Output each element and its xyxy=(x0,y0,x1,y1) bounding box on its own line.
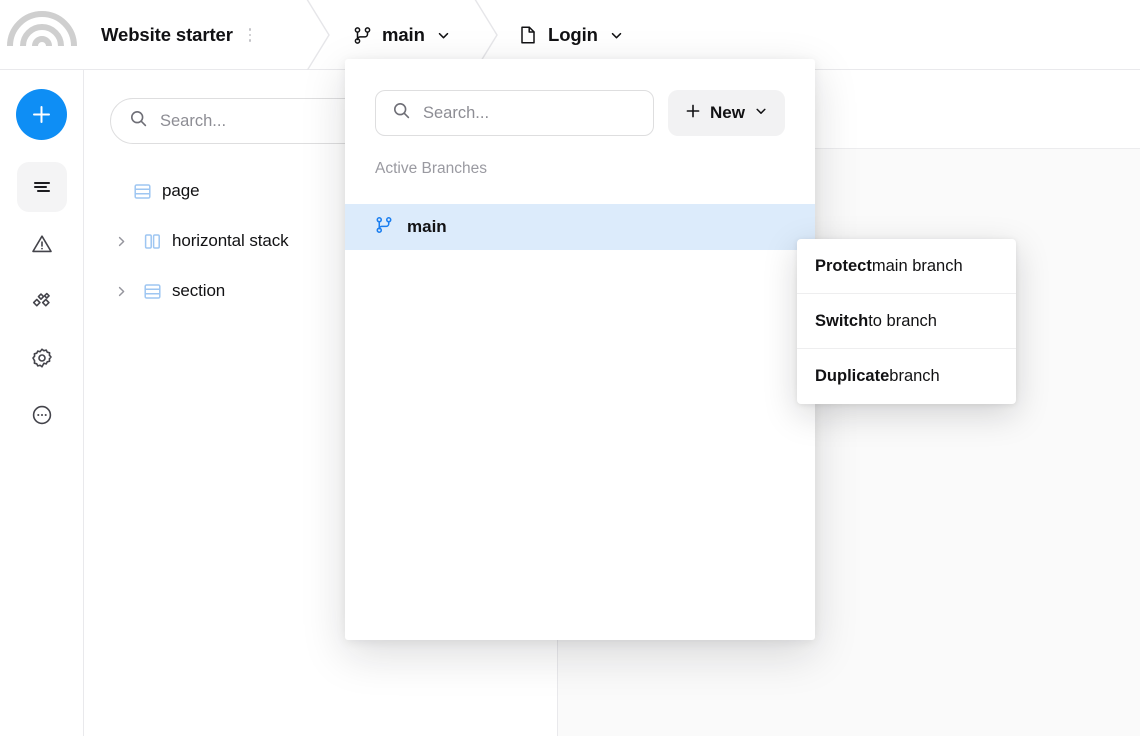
sidebar-item-settings[interactable] xyxy=(17,333,67,383)
context-menu-item-keyword: Duplicate xyxy=(815,367,890,385)
rainbow-arcs-logo[interactable] xyxy=(6,0,80,50)
chevron-right-icon[interactable] xyxy=(110,235,132,248)
git-branch-icon xyxy=(375,216,393,239)
page-file-icon xyxy=(518,25,538,45)
tree-item-label: section xyxy=(172,281,226,300)
chevron-down-icon[interactable] xyxy=(754,104,768,123)
page-title: Website starter xyxy=(101,24,233,45)
branch-list-item-main[interactable]: main xyxy=(345,204,815,250)
breadcrumb-branch-label: main xyxy=(382,24,425,45)
new-branch-label: New xyxy=(710,103,745,122)
context-menu-item-rest: main branch xyxy=(871,256,963,275)
sidebar-item-more[interactable] xyxy=(17,390,67,440)
tree-item-label: horizontal stack xyxy=(172,231,289,250)
context-menu-item-keyword: Switch xyxy=(815,311,869,330)
search-icon xyxy=(392,101,411,125)
left-icon-rail xyxy=(0,70,84,736)
breadcrumb-separator-1 xyxy=(295,0,341,70)
plus-icon xyxy=(685,103,701,124)
sidebar-item-issues[interactable] xyxy=(17,219,67,269)
branch-panel-header: Search... New xyxy=(345,59,815,136)
add-button[interactable] xyxy=(16,89,67,140)
context-menu-item-switch[interactable]: Switch to branch xyxy=(797,294,1016,349)
chevron-right-icon[interactable] xyxy=(110,285,132,298)
context-menu-item-keyword: Protect xyxy=(815,256,872,275)
branch-search-input[interactable]: Search... xyxy=(375,90,655,136)
branch-name-label: main xyxy=(407,217,447,236)
sidebar-item-components[interactable] xyxy=(17,276,67,326)
columns-layout-icon xyxy=(142,232,162,251)
branch-search-placeholder: Search... xyxy=(423,103,490,122)
active-branches-label: Active Branches xyxy=(375,160,487,177)
context-menu-item-duplicate[interactable]: Duplicate branch xyxy=(797,349,1016,404)
tree-item-label: page xyxy=(162,181,200,200)
sidebar-item-layers[interactable] xyxy=(16,162,67,212)
context-menu-item-rest: branch xyxy=(889,367,940,385)
chevron-down-icon[interactable] xyxy=(436,28,451,43)
branch-dropdown-panel: Search... New Active Branches main xyxy=(345,59,815,640)
context-menu-item-rest: to branch xyxy=(868,311,937,330)
rows-layout-icon xyxy=(142,282,162,301)
context-menu-item-protect[interactable]: Protect main branch xyxy=(797,239,1016,294)
branch-context-menu: Protect main branch Switch to branch Dup… xyxy=(797,239,1016,404)
breadcrumb-page-label: Login xyxy=(548,24,598,45)
search-placeholder: Search... xyxy=(160,111,227,130)
app-root: Website starter main Login Search... pag… xyxy=(0,0,1140,736)
new-branch-button[interactable]: New xyxy=(668,90,785,136)
search-icon xyxy=(129,109,148,133)
chevron-down-icon[interactable] xyxy=(609,28,624,43)
document-title-group: Website starter xyxy=(101,0,253,70)
rows-layout-icon xyxy=(132,182,152,201)
document-options-icon[interactable] xyxy=(247,24,254,46)
git-branch-icon xyxy=(352,25,372,45)
